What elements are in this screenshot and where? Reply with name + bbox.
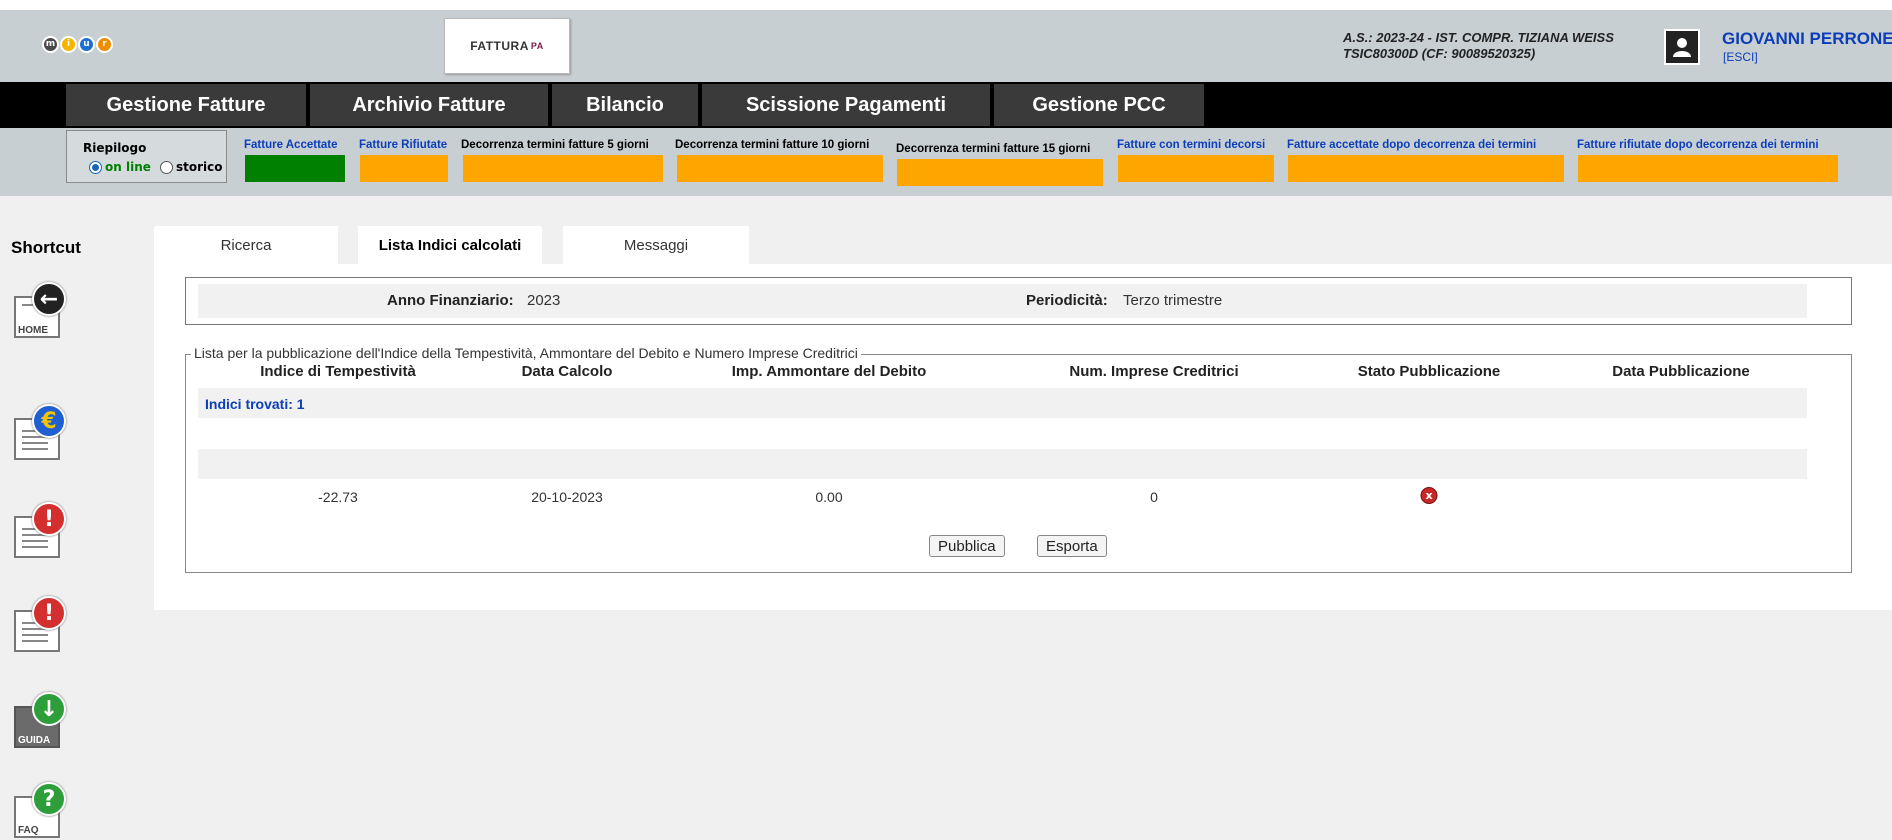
home-caption: HOME <box>18 325 48 336</box>
status-label-15-giorni[interactable]: Decorrenza termini fatture 15 giorni <box>896 143 1090 155</box>
status-label-10-giorni[interactable]: Decorrenza termini fatture 10 giorni <box>675 139 869 151</box>
miur-logo[interactable]: m i u r <box>42 36 113 53</box>
alert-shortcut-1[interactable]: ! <box>14 502 66 558</box>
col-stato: Stato Pubblicazione <box>1357 363 1501 380</box>
download-icon: ↓ <box>32 692 66 726</box>
home-icon: ← <box>32 282 66 316</box>
user-icon <box>1664 29 1700 65</box>
status-label-rifiutate[interactable]: Fatture Rifiutate <box>359 139 447 151</box>
not-published-icon: x <box>1420 487 1438 504</box>
col-data-pubblicazione: Data Pubblicazione <box>1612 363 1750 380</box>
list-legend: Lista per la pubblicazione dell'Indice d… <box>191 345 861 361</box>
school-line-1: A.S.: 2023-24 - IST. COMPR. TIZIANA WEIS… <box>1343 30 1614 45</box>
tab-ricerca[interactable]: Ricerca <box>154 226 338 264</box>
status-label-5-giorni[interactable]: Decorrenza termini fatture 5 giorni <box>461 139 649 151</box>
guida-shortcut[interactable]: ↓ GUIDA <box>14 692 66 748</box>
nav-gestione-pcc[interactable]: Gestione PCC <box>994 84 1206 126</box>
faq-shortcut[interactable]: ? FAQ <box>14 782 66 838</box>
indici-trovati: Indici trovati: 1 <box>205 396 305 412</box>
esporta-button[interactable]: Esporta <box>1037 535 1107 557</box>
cell-importo: 0.00 <box>815 489 843 505</box>
anno-label: Anno Finanziario: <box>387 292 514 309</box>
status-bar-accettate-dopo[interactable] <box>1288 155 1564 182</box>
status-bar-accettate[interactable] <box>245 155 345 182</box>
radio-online-circle[interactable] <box>89 160 102 174</box>
pubblica-button[interactable]: Pubblica <box>929 535 1005 557</box>
status-label-rifiutate-dopo[interactable]: Fatture rifiutate dopo decorrenza dei te… <box>1577 139 1819 151</box>
col-indice: Indice di Tempestività <box>260 363 416 380</box>
radio-online-label: on line <box>105 160 151 174</box>
col-data-calcolo: Data Calcolo <box>521 363 613 380</box>
cell-num-imprese: 0 <box>1150 489 1158 505</box>
logo-letter-r: r <box>96 36 113 53</box>
guida-caption: GUIDA <box>18 735 51 746</box>
status-bar-5-giorni[interactable] <box>463 155 663 182</box>
logo-letter-m: m <box>42 36 59 53</box>
alert-shortcut-2[interactable]: ! <box>14 596 66 652</box>
logo-letter-i: i <box>60 36 77 53</box>
status-bar-rifiutate[interactable] <box>360 155 448 182</box>
nav-scissione-pagamenti[interactable]: Scissione Pagamenti <box>702 84 992 126</box>
anno-value: 2023 <box>527 292 561 309</box>
periodicita-label: Periodicità: <box>1026 292 1108 309</box>
faq-caption: FAQ <box>18 825 39 836</box>
status-bar-rifiutate-dopo[interactable] <box>1578 155 1838 182</box>
logout-link[interactable]: [ESCI] <box>1723 50 1758 64</box>
nav-bilancio[interactable]: Bilancio <box>552 84 700 126</box>
summary-bar: Riepilogo on line storico Fatture Accett… <box>0 128 1892 196</box>
status-label-termini-decorsi[interactable]: Fatture con termini decorsi <box>1117 139 1265 151</box>
tab-lista-indici[interactable]: Lista Indici calcolati <box>358 226 542 264</box>
periodicita-value: Terzo trimestre <box>1123 292 1223 309</box>
status-bar-10-giorni[interactable] <box>677 155 883 182</box>
cell-data-calcolo: 20-10-2023 <box>531 489 603 505</box>
alert-icon: ! <box>32 596 66 630</box>
school-info: A.S.: 2023-24 - IST. COMPR. TIZIANA WEIS… <box>1343 30 1614 62</box>
fattura-logo-suffix: PA <box>530 41 544 51</box>
radio-online[interactable]: on line <box>89 160 151 174</box>
radio-storico-label: storico <box>176 160 223 174</box>
header: m i u r FATTURA PA A.S.: 2023-24 - IST. … <box>0 0 1892 82</box>
school-line-2: TSIC80300D (CF: 90089520325) <box>1343 46 1536 61</box>
fattura-logo-text: FATTURA <box>470 39 529 53</box>
user-name: GIOVANNI PERRONE <box>1722 29 1892 48</box>
question-icon: ? <box>32 782 66 816</box>
alert-icon: ! <box>32 502 66 536</box>
status-bar-termini-decorsi[interactable] <box>1118 155 1274 182</box>
main-nav: Gestione Fatture Archivio Fatture Bilanc… <box>0 82 1892 128</box>
radio-storico-circle[interactable] <box>160 160 173 174</box>
shortcut-title: Shortcut <box>11 238 81 257</box>
status-label-accettate-dopo[interactable]: Fatture accettate dopo decorrenza dei te… <box>1287 139 1536 151</box>
table-header <box>198 449 1807 479</box>
logo-letter-u: u <box>78 36 95 53</box>
nav-archivio-fatture[interactable]: Archivio Fatture <box>310 84 550 126</box>
filter-summary: Anno Finanziario: 2023 Periodicità: Terz… <box>185 277 1852 325</box>
tab-messaggi[interactable]: Messaggi <box>563 226 749 264</box>
home-shortcut[interactable]: ← HOME <box>14 282 66 338</box>
col-num-imprese: Num. Imprese Creditrici <box>1069 363 1239 380</box>
nav-gestione-fatture[interactable]: Gestione Fatture <box>66 84 308 126</box>
cell-indice: -22.73 <box>318 489 358 505</box>
col-importo: Imp. Ammontare del Debito <box>731 363 927 380</box>
status-label-accettate[interactable]: Fatture Accettate <box>244 139 338 151</box>
fattura-pa-logo: FATTURA PA <box>444 18 570 74</box>
status-bar-15-giorni[interactable] <box>897 159 1103 186</box>
radio-storico[interactable]: storico <box>160 160 223 174</box>
euro-shortcut[interactable]: € <box>14 404 66 460</box>
indici-list-fieldset: Lista per la pubblicazione dell'Indice d… <box>185 345 1852 573</box>
euro-icon: € <box>32 404 66 438</box>
riepilogo-box: Riepilogo on line storico <box>66 130 227 183</box>
found-strip: Indici trovati: 1 <box>198 388 1807 418</box>
riepilogo-title: Riepilogo <box>83 141 147 155</box>
